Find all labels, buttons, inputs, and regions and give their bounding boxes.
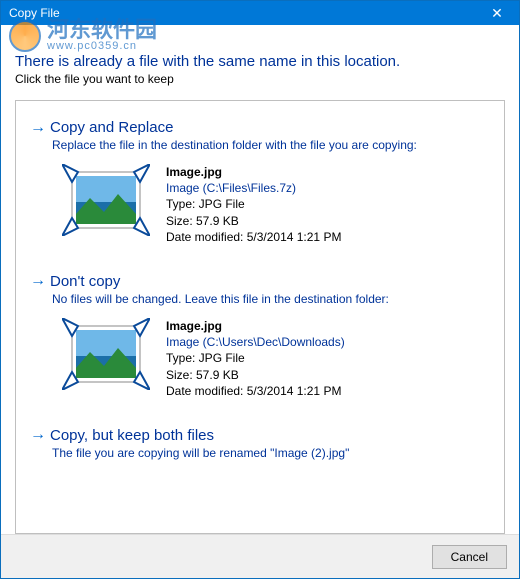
dialog-footer: Cancel [1,534,519,578]
option-title: Don't copy [50,273,120,290]
file-info-row: Image.jpg Image (C:\Users\Dec\Downloads)… [62,318,490,399]
file-thumbnail-icon [62,164,150,236]
arrow-right-icon: → [30,427,46,443]
close-icon: ✕ [491,5,503,22]
option-desc: The file you are copying will be renamed… [52,446,490,460]
file-meta: Image.jpg Image (C:\Users\Dec\Downloads)… [166,318,345,399]
option-copy-replace[interactable]: → Copy and Replace Replace the file in t… [16,109,504,263]
cancel-button[interactable]: Cancel [432,545,507,569]
file-info-row: Image.jpg Image (C:\Files\Files.7z) Type… [62,164,490,245]
option-title: Copy and Replace [50,119,173,136]
headline-text: There is already a file with the same na… [15,53,505,70]
file-type: Type: JPG File [166,350,345,366]
dialog-header: There is already a file with the same na… [1,25,519,92]
file-name: Image.jpg [166,318,345,334]
file-modified: Date modified: 5/3/2014 1:21 PM [166,229,341,245]
file-meta: Image.jpg Image (C:\Files\Files.7z) Type… [166,164,341,245]
arrow-right-icon: → [30,120,46,136]
subhead-text: Click the file you want to keep [15,72,505,86]
option-desc: No files will be changed. Leave this fil… [52,292,490,306]
option-desc: Replace the file in the destination fold… [52,138,490,152]
titlebar: Copy File ✕ [1,1,519,25]
file-name: Image.jpg [166,164,341,180]
file-size: Size: 57.9 KB [166,213,341,229]
option-dont-copy[interactable]: → Don't copy No files will be changed. L… [16,263,504,417]
options-container: → Copy and Replace Replace the file in t… [15,100,505,534]
close-button[interactable]: ✕ [475,1,519,25]
file-thumbnail-icon [62,318,150,390]
file-path: Image (C:\Files\Files.7z) [166,180,341,196]
file-type: Type: JPG File [166,196,341,212]
file-path: Image (C:\Users\Dec\Downloads) [166,334,345,350]
arrow-right-icon: → [30,273,46,289]
file-size: Size: 57.9 KB [166,367,345,383]
file-modified: Date modified: 5/3/2014 1:21 PM [166,383,345,399]
option-keep-both[interactable]: → Copy, but keep both files The file you… [16,417,504,478]
window-title: Copy File [9,6,60,20]
option-title: Copy, but keep both files [50,427,214,444]
